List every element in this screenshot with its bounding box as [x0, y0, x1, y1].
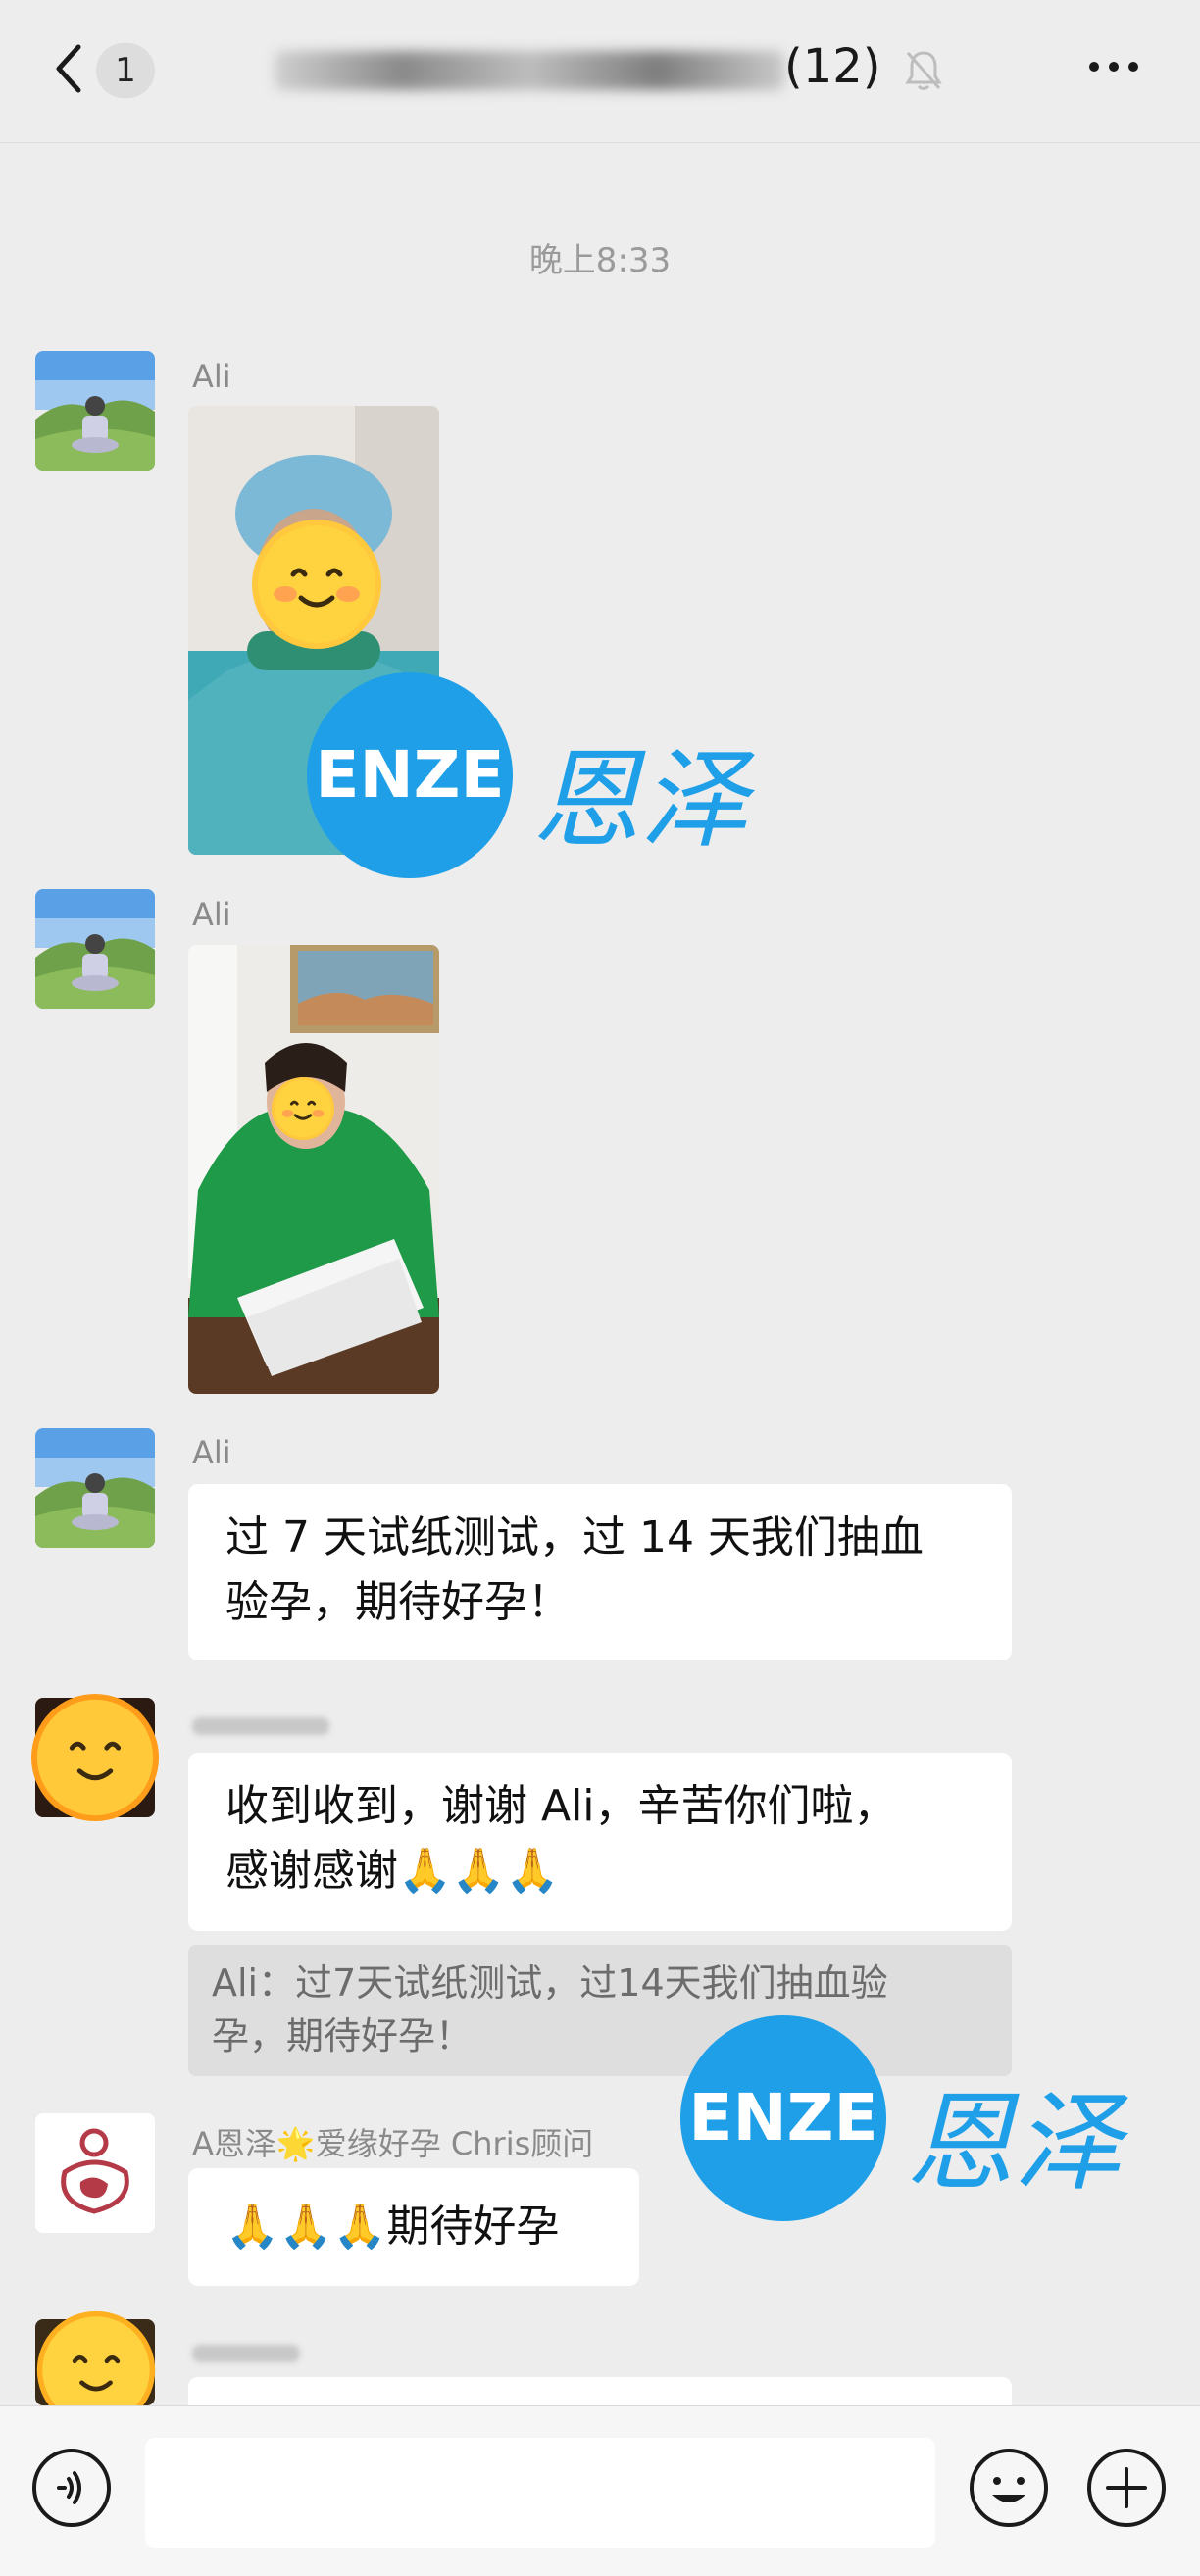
avatar-ali[interactable]: [35, 889, 155, 1009]
message-line: 验孕，期待好孕！: [225, 1577, 571, 1627]
message-line: 感谢感谢🙏🙏🙏: [225, 1846, 560, 1896]
message-input[interactable]: [145, 2438, 935, 2548]
message-line: 收到收到，谢谢 Ali，辛苦你们啦，: [225, 1781, 897, 1831]
text-message-bubble[interactable]: 🙏🙏🙏期待好孕: [188, 2168, 639, 2286]
avatar-cover-smiley-icon: [29, 1692, 161, 1827]
emoji-icon[interactable]: [967, 2446, 1051, 2530]
sender-name-redacted: [192, 2345, 300, 2362]
text-message-bubble[interactable]: 收到收到，谢谢 Ali，辛苦你们啦， 感谢感谢🙏🙏🙏: [188, 1753, 1012, 1931]
watermark-cn: 恩泽: [532, 737, 748, 863]
face-cover-smiley-icon: [271, 1076, 335, 1145]
avatar-ali[interactable]: [35, 351, 155, 471]
chat-timestamp: 晚上8:33: [528, 241, 672, 280]
voice-icon[interactable]: [29, 2446, 114, 2530]
unread-badge[interactable]: 1: [96, 43, 155, 98]
text-message-bubble[interactable]: [188, 2377, 1012, 2405]
sender-name-redacted: [192, 1717, 329, 1735]
quote-line: Ali：过7天试纸测试，过14天我们抽血验: [212, 1961, 888, 2005]
group-title-redacted: [275, 51, 784, 90]
quote-line: 孕，期待好孕！: [212, 2014, 474, 2057]
avatar-chris[interactable]: [35, 2113, 155, 2233]
watermark-cn: 恩泽: [906, 2080, 1122, 2205]
top-bar: 1 (12): [0, 0, 1200, 143]
input-bar: [0, 2405, 1200, 2576]
mute-bell-icon: [902, 47, 945, 94]
sender-name: Ali: [192, 358, 231, 395]
quoted-message[interactable]: Ali：过7天试纸测试，过14天我们抽血验 孕，期待好孕！: [188, 1945, 1012, 2076]
more-icon[interactable]: [1086, 55, 1141, 78]
group-member-count: (12): [784, 39, 881, 94]
message-line: 🙏🙏🙏期待好孕: [225, 2202, 560, 2252]
plus-icon[interactable]: [1084, 2446, 1169, 2530]
avatar-ali[interactable]: [35, 1428, 155, 1548]
sender-name: Ali: [192, 1434, 231, 1471]
sender-name: Ali: [192, 896, 231, 933]
sender-name: A恩泽🌟爱缘好孕 Chris顾问: [192, 2125, 594, 2162]
face-cover-smiley-icon: [250, 518, 383, 655]
text-message-bubble[interactable]: 过 7 天试纸测试，过 14 天我们抽血 验孕，期待好孕！: [188, 1484, 1012, 1660]
back-arrow-icon[interactable]: [47, 39, 96, 98]
message-line: 过 7 天试纸测试，过 14 天我们抽血: [225, 1512, 924, 1562]
image-message[interactable]: [188, 945, 439, 1394]
